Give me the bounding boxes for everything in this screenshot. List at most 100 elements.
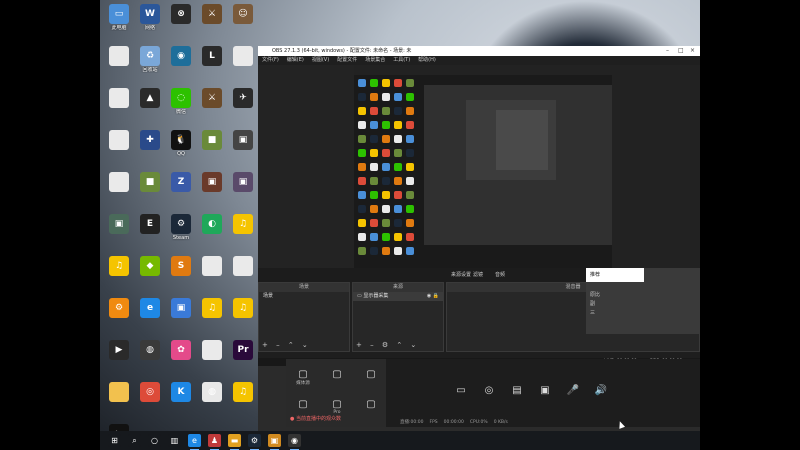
desktop-icon[interactable]: ▲ xyxy=(133,86,167,130)
desktop-icon[interactable] xyxy=(195,338,229,382)
desktop-icon[interactable] xyxy=(102,86,136,130)
scene-item[interactable]: 场景 xyxy=(259,292,349,301)
desktop-icon[interactable]: ♫ xyxy=(226,212,260,256)
app-icon[interactable]: ▣ xyxy=(268,434,281,450)
desktop-icon[interactable]: ▣ xyxy=(226,170,260,214)
desktop-icon[interactable] xyxy=(102,128,136,172)
desktop-icon[interactable] xyxy=(226,44,260,88)
menu-item[interactable]: 编辑(E) xyxy=(287,57,304,63)
speaker-button[interactable]: 🔊 xyxy=(586,385,616,396)
desktop-icon[interactable]: ◍ xyxy=(195,380,229,424)
widgets-icon[interactable]: ▥ xyxy=(168,434,181,447)
frame-button[interactable]: ▢ xyxy=(356,369,386,380)
tab-2[interactable]: 音频 xyxy=(492,270,508,280)
maximize-icon[interactable]: □ xyxy=(678,46,684,56)
desktop-icon[interactable]: ◍ xyxy=(133,338,167,382)
minimize-icon[interactable]: – xyxy=(666,46,669,56)
status-item: CPU:0% xyxy=(469,420,488,425)
desktop-icon[interactable]: ♫ xyxy=(226,380,260,424)
desktop-icon[interactable]: ■ xyxy=(195,128,229,172)
desktop-icon[interactable]: ▣ xyxy=(102,212,136,256)
menu-item[interactable]: 视图(V) xyxy=(312,57,329,63)
k-app-icon: K xyxy=(171,382,191,402)
obs-title-bar[interactable]: OBS 27.1.3 (64-bit, windows) - 配置文件: 未命名… xyxy=(258,46,700,56)
desktop-icon[interactable]: ■ xyxy=(133,170,167,214)
desktop-icon[interactable]: ▣ xyxy=(164,296,198,340)
desktop-icon[interactable]: ◎ xyxy=(133,380,167,424)
desktop-icon[interactable]: L xyxy=(195,44,229,88)
obs-preview[interactable] xyxy=(258,65,700,268)
windows-start-icon[interactable]: ⊞ xyxy=(108,434,121,447)
desktop-icon[interactable]: ▶ xyxy=(102,338,136,382)
desktop-icon[interactable]: S xyxy=(164,254,198,298)
task-view-icon[interactable]: ○ xyxy=(148,434,161,447)
tab-1[interactable]: 滤镜 xyxy=(470,270,486,280)
right-panel-header[interactable]: 推荐 xyxy=(586,268,644,282)
desktop-icon[interactable]: ⚙ xyxy=(102,296,136,340)
menu-item[interactable]: 场景集合 xyxy=(365,57,385,63)
desktop-icon[interactable]: ✿ xyxy=(164,338,198,382)
comment-button[interactable]: ▤ xyxy=(502,385,532,396)
folder-icon[interactable]: ▬ xyxy=(228,434,241,450)
desktop-icon[interactable]: Pr xyxy=(226,338,260,382)
scene-tools[interactable]: + – ⌃ ⌄ xyxy=(262,341,311,349)
desktop-icon[interactable]: ♫ xyxy=(195,296,229,340)
location-button[interactable]: ◎ xyxy=(474,385,504,396)
desktop-icon[interactable]: ▭ 此电脑 xyxy=(102,2,136,46)
image-button[interactable]: ▢ xyxy=(288,399,318,410)
menu-item[interactable]: 帮助(H) xyxy=(418,57,436,63)
desktop-icon[interactable]: ⚔ xyxy=(195,86,229,130)
search-icon[interactable]: ⌕ xyxy=(128,434,141,447)
desktop-icon[interactable]: ▣ xyxy=(195,170,229,214)
desktop-icon[interactable] xyxy=(102,380,136,424)
desktop-icon[interactable]: ✚ xyxy=(133,128,167,172)
mic-button[interactable]: 🎤 xyxy=(558,385,588,396)
desktop-icon[interactable]: ✈ xyxy=(226,86,260,130)
obs-icon[interactable]: ◉ xyxy=(288,434,301,450)
desktop-icon[interactable]: e xyxy=(133,296,167,340)
desktop-icon[interactable]: Z xyxy=(164,170,198,214)
preview-mini-icon xyxy=(394,219,402,227)
mask-button[interactable]: ▢ xyxy=(322,369,352,380)
desktop-icon[interactable]: ◐ xyxy=(195,212,229,256)
desktop-icon[interactable]: ▣ xyxy=(226,128,260,172)
visibility-icon[interactable]: ◉ 🔒 xyxy=(427,292,439,301)
desktop-icon[interactable] xyxy=(102,44,136,88)
desktop-icon[interactable]: ◌ 微信 xyxy=(164,86,198,130)
desktop-icon[interactable]: ⊗ xyxy=(164,2,198,46)
edge-icon[interactable]: e xyxy=(188,434,201,450)
pro-badge-button[interactable]: ▢ Pro xyxy=(322,399,352,415)
desktop-icon[interactable] xyxy=(226,254,260,298)
menu-item[interactable]: 工具(T) xyxy=(393,57,410,63)
desktop-icon[interactable]: K xyxy=(164,380,198,424)
steam-icon[interactable]: ⚙ xyxy=(248,434,261,450)
desktop-icon[interactable]: ♫ xyxy=(226,296,260,340)
screen-button[interactable]: ▭ xyxy=(446,385,476,396)
preview-left-margin xyxy=(258,65,354,268)
desktop-icon[interactable]: 🐧 QQ xyxy=(164,128,198,172)
desktop-icon[interactable]: ♻ 回收站 xyxy=(133,44,167,88)
media-source-button[interactable]: ▢ 媒体源 xyxy=(288,369,318,386)
globe-icon: ◉ xyxy=(171,46,191,66)
desktop-icon[interactable] xyxy=(195,254,229,298)
recycle-bin-icon: ♻ xyxy=(140,46,160,66)
desktop-icon[interactable]: ⚔ xyxy=(195,2,229,46)
desktop-icon[interactable]: ⚙ Steam xyxy=(164,212,198,256)
source-item[interactable]: ▭ 显示器采集 ◉ 🔒 xyxy=(353,292,443,301)
desktop-icon[interactable]: ◆ xyxy=(133,254,167,298)
desktop-icon[interactable]: ◉ xyxy=(164,44,198,88)
menu-item[interactable]: 文件(F) xyxy=(262,57,279,63)
desktop-icon[interactable]: W 网络 xyxy=(133,2,167,46)
desktop-icon[interactable]: ☺ xyxy=(226,2,260,46)
preview-mini-icon xyxy=(394,93,402,101)
chat-button[interactable]: ▣ xyxy=(530,385,560,396)
music-icon: ♫ xyxy=(233,382,253,402)
desktop-icon[interactable] xyxy=(102,170,136,214)
upload-button[interactable]: ▢ xyxy=(356,399,386,410)
desktop-icon[interactable]: E xyxy=(133,212,167,256)
game-icon[interactable]: ♟ xyxy=(208,434,221,450)
menu-item[interactable]: 配置文件 xyxy=(337,57,357,63)
desktop-icon[interactable]: ♫ xyxy=(102,254,136,298)
source-tools[interactable]: + – ⚙ ⌃ ⌄ xyxy=(356,341,419,349)
close-icon[interactable]: × xyxy=(690,46,695,56)
